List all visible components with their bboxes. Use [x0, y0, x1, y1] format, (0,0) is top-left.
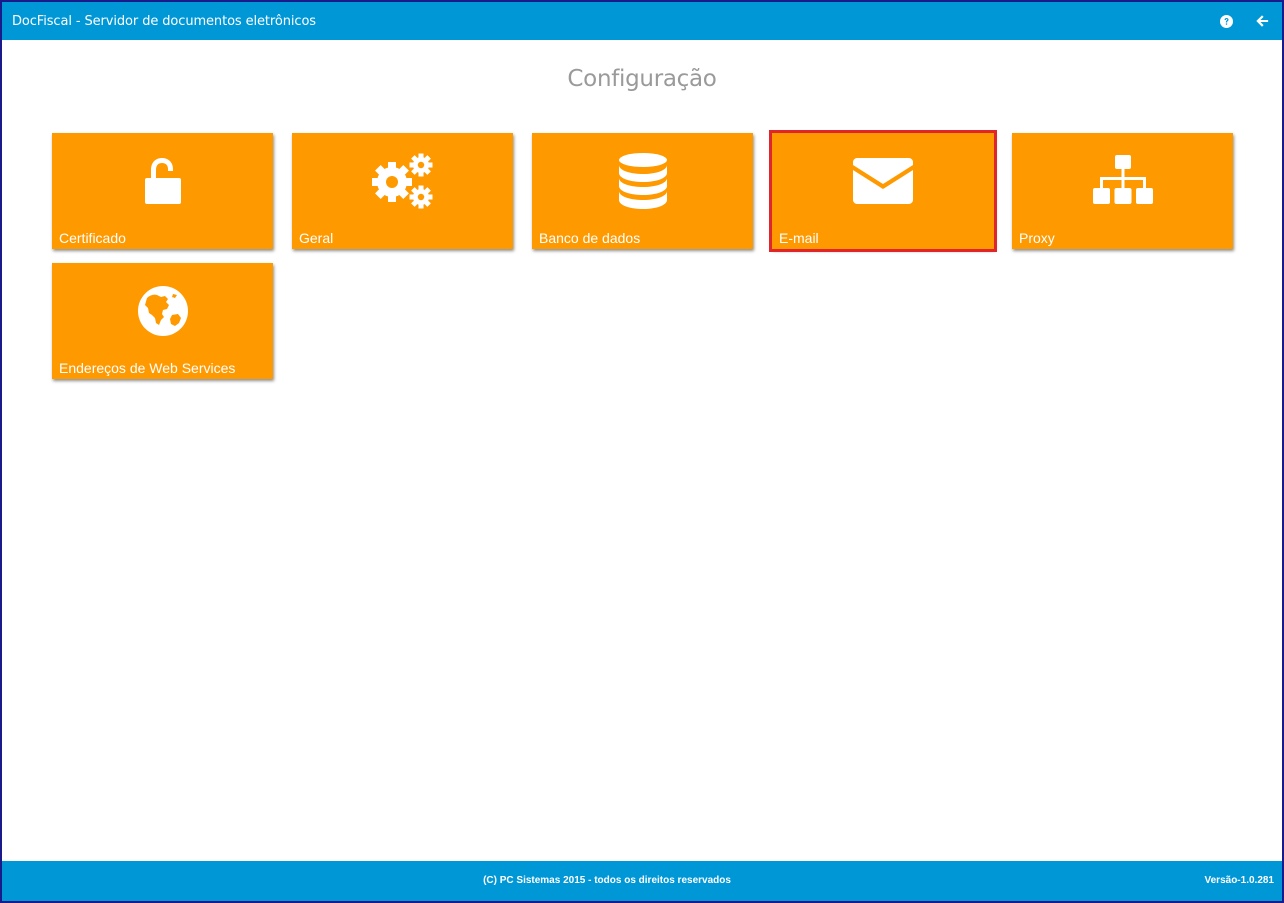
tile-banco-de-dados[interactable]: Banco de dados [532, 133, 753, 249]
page-title: Configuração [567, 66, 717, 92]
tile-label: Certificado [59, 230, 126, 246]
tile-e-mail[interactable]: E-mail [769, 130, 997, 252]
tile-geral[interactable]: Geral [292, 133, 513, 249]
globe-icon [137, 286, 188, 336]
database-icon [618, 153, 667, 209]
tile-label: Proxy [1019, 230, 1055, 246]
copyright-text: (C) PC Sistemas 2015 - todos os direitos… [483, 875, 731, 886]
unlock-icon [144, 158, 181, 204]
version-text: Versão-1.0.281 [1204, 875, 1275, 886]
tile-enderecos-web-services[interactable]: Endereços de Web Services [52, 263, 273, 379]
app-footer: (C) PC Sistemas 2015 - todos os direitos… [2, 861, 1282, 901]
app-window: DocFiscal - Servidor de documentos eletr… [0, 0, 1284, 903]
arrow-left-icon [1256, 15, 1269, 27]
question-circle-icon [1219, 14, 1233, 28]
app-title: DocFiscal - Servidor de documentos eletr… [12, 13, 316, 29]
back-button[interactable] [1252, 11, 1272, 31]
tile-label: Geral [299, 230, 334, 246]
tile-label: E-mail [779, 230, 819, 246]
help-button[interactable] [1216, 11, 1236, 31]
header-actions [1216, 2, 1272, 40]
envelope-icon [853, 158, 913, 204]
app-header: DocFiscal - Servidor de documentos eletr… [2, 2, 1282, 40]
sitemap-icon [1092, 155, 1153, 204]
tile-certificado[interactable]: Certificado [52, 133, 273, 249]
tile-proxy[interactable]: Proxy [1012, 133, 1233, 249]
gears-icon [371, 153, 432, 209]
tile-label: Endereços de Web Services [59, 360, 236, 376]
tile-label: Banco de dados [539, 230, 641, 246]
